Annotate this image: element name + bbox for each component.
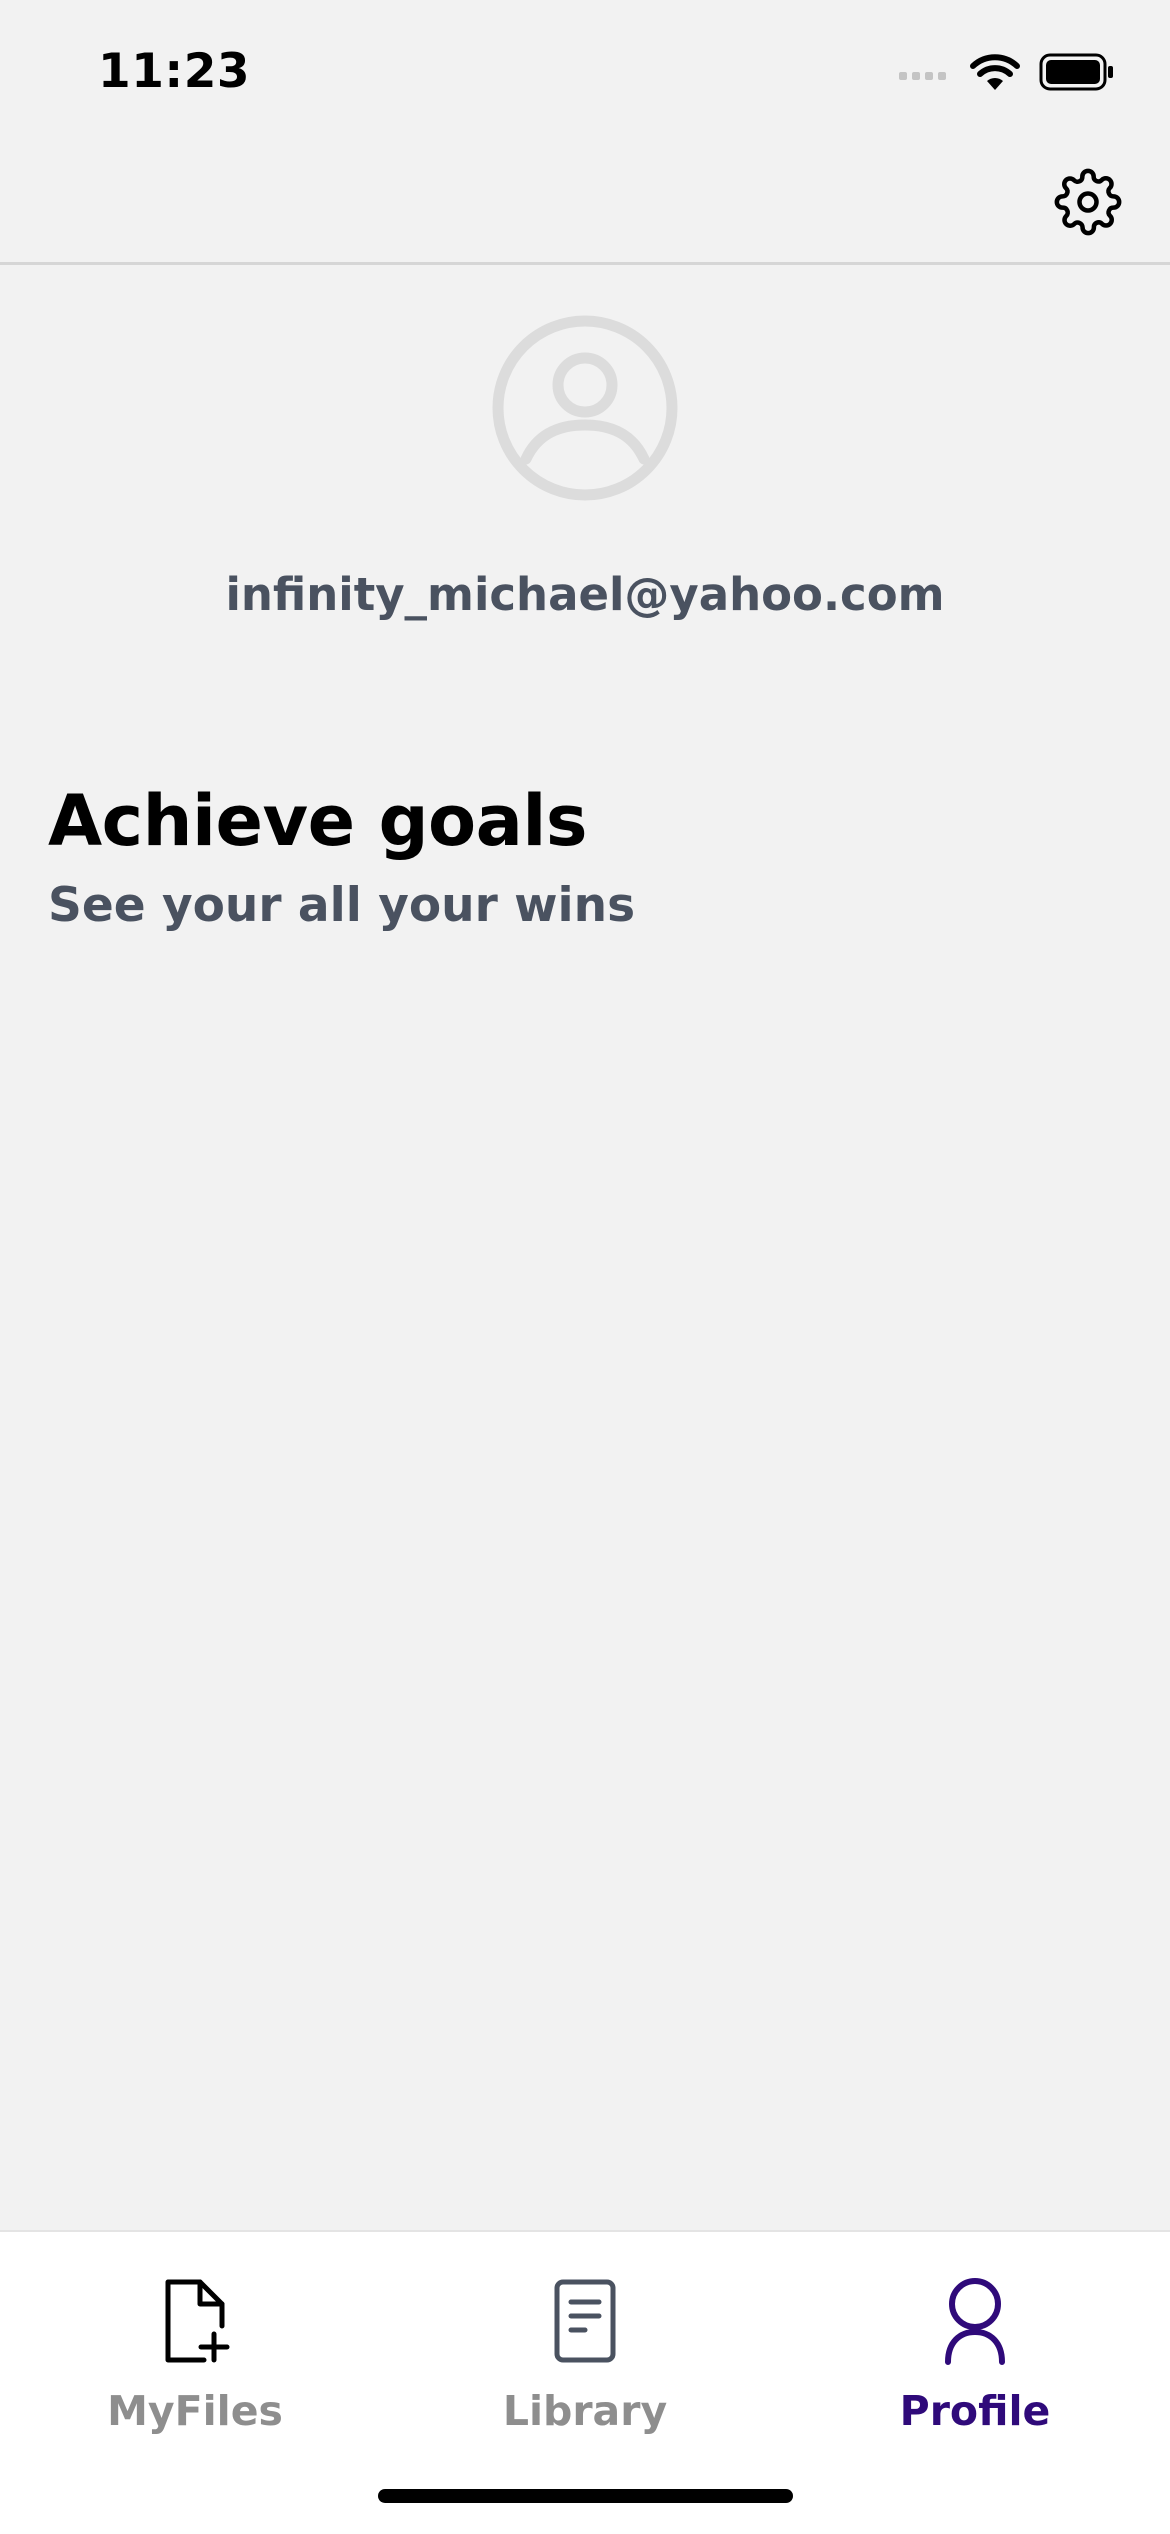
section-title: Achieve goals: [48, 780, 588, 862]
gear-icon: [1054, 168, 1122, 236]
home-indicator[interactable]: [378, 2489, 793, 2503]
user-circle-icon: [492, 315, 678, 501]
battery-icon: [1039, 53, 1113, 91]
file-plus-icon: [165, 2279, 230, 2363]
tab-label-library: Library: [502, 2387, 668, 2435]
person-icon: [945, 2278, 1005, 2365]
status-time: 11:23: [98, 44, 251, 99]
tab-label-profile: Profile: [899, 2387, 1051, 2435]
status-bar: 11:23: [0, 0, 1170, 140]
avatar[interactable]: [490, 313, 680, 503]
document-icon: [554, 2279, 616, 2363]
header: [0, 140, 1170, 265]
user-email: infinity_michael@yahoo.com: [225, 568, 945, 621]
tab-label-myfiles: MyFiles: [107, 2387, 283, 2435]
tab-myfiles[interactable]: MyFiles: [0, 2232, 390, 2452]
tab-profile[interactable]: Profile: [780, 2232, 1170, 2452]
tab-library[interactable]: Library: [390, 2232, 780, 2452]
cellular-signal-icon: [899, 72, 946, 80]
status-icons: [897, 52, 1115, 92]
section-subtitle: See your all your wins: [48, 878, 636, 933]
settings-button[interactable]: [1048, 162, 1128, 242]
wifi-icon: [970, 54, 1020, 90]
